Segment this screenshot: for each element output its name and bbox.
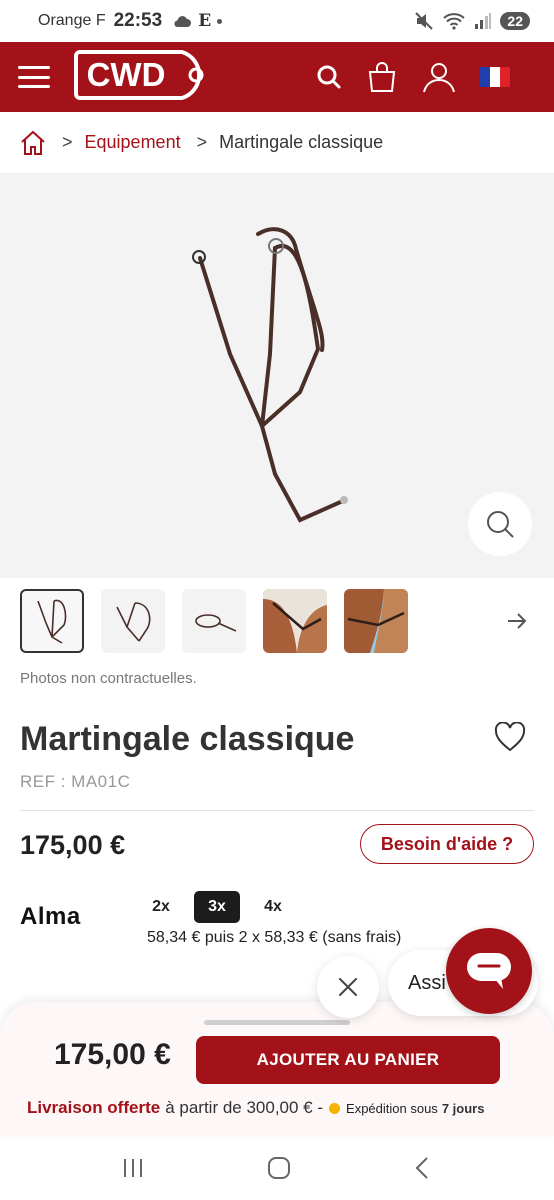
zoom-icon	[487, 511, 514, 538]
alma-option-3x[interactable]: 3x	[194, 891, 240, 923]
clock: 22:53	[113, 10, 163, 31]
heart-icon[interactable]	[494, 722, 526, 752]
close-icon	[339, 978, 357, 996]
alma-options: 2x 3x 4x	[138, 891, 296, 923]
flag-fr-icon[interactable]	[480, 67, 510, 87]
horse-photo-icon	[344, 589, 408, 653]
alma-logo: Alma	[20, 903, 81, 930]
status-bar: Orange F 22:53 E 22	[0, 0, 554, 42]
zoom-button[interactable]	[468, 492, 532, 556]
menu-icon[interactable]	[18, 66, 50, 88]
thumbnail-1[interactable]	[20, 589, 84, 653]
cwd-logo-icon: CWD	[74, 49, 204, 100]
thumbnail-3[interactable]	[182, 589, 246, 653]
thumbnail-strip	[20, 588, 534, 654]
bag-icon[interactable]	[366, 61, 398, 93]
alma-option-4x[interactable]: 4x	[250, 891, 296, 923]
system-nav-bar	[0, 1136, 554, 1200]
alma-option-2x[interactable]: 2x	[138, 891, 184, 923]
battery-indicator: 22	[500, 12, 530, 30]
thumbnail-4[interactable]	[263, 589, 327, 653]
divider	[20, 810, 534, 811]
product-price: 175,00 €	[20, 830, 126, 860]
product-title: Martingale classique	[20, 720, 355, 758]
sticky-price: 175,00 €	[54, 1038, 171, 1071]
thumbnail-2[interactable]	[101, 589, 165, 653]
martingale-thumb-icon	[195, 614, 237, 632]
status-icons: E	[172, 11, 223, 31]
sticky-cart-bar: 175,00 € AJOUTER AU PANIER Livraison off…	[0, 1002, 554, 1136]
carrier-label: Orange F	[38, 12, 106, 29]
add-to-cart-button[interactable]: AJOUTER AU PANIER	[196, 1036, 500, 1084]
home-icon[interactable]	[20, 130, 46, 156]
delivery-threshold: à partir de 300,00 € -	[165, 1098, 324, 1117]
shipping-label: Expédition sous	[346, 1100, 438, 1116]
chat-bubble-icon	[467, 953, 511, 989]
breadcrumb-separator: >	[62, 132, 73, 152]
search-icon[interactable]	[316, 64, 342, 90]
home-button-icon[interactable]	[266, 1155, 292, 1181]
back-icon[interactable]	[413, 1156, 433, 1180]
chat-button[interactable]	[446, 928, 532, 1014]
shipping-days: 7 jours	[441, 1100, 485, 1116]
horse-photo-icon	[263, 589, 327, 653]
chat-close-button[interactable]	[317, 956, 379, 1018]
martingale-thumb-icon	[37, 599, 67, 644]
mute-icon	[415, 12, 434, 30]
wifi-icon	[443, 13, 466, 30]
breadcrumb-category[interactable]: Equipement	[85, 132, 181, 153]
dot-icon	[217, 18, 223, 24]
cloud-icon	[174, 16, 192, 27]
logo-text: CWD	[87, 56, 166, 93]
breadcrumb-separator: >	[196, 132, 208, 152]
recent-apps-icon[interactable]	[121, 1157, 145, 1179]
signal-icon	[475, 13, 492, 29]
help-button[interactable]: Besoin d'aide ?	[360, 824, 534, 864]
product-main-image[interactable]	[0, 174, 554, 578]
thumbnail-5[interactable]	[344, 589, 408, 653]
arrow-right-icon[interactable]	[506, 611, 528, 631]
alma-installment-detail: 58,34 € puis 2 x 58,33 € (sans frais)	[147, 929, 402, 946]
breadcrumb-current: Martingale classique	[219, 132, 384, 152]
drag-handle[interactable]	[204, 1020, 350, 1025]
free-delivery-label: Livraison offerte	[27, 1098, 161, 1117]
account-icon[interactable]	[422, 61, 456, 93]
photo-disclaimer: Photos non contractuelles.	[20, 670, 197, 687]
breadcrumb: > Equipement > Martingale classique	[0, 112, 554, 174]
e-icon: E	[198, 11, 212, 31]
site-header: CWD	[0, 42, 554, 112]
brand-logo[interactable]: CWD	[72, 48, 210, 107]
product-reference: REF : MA01C	[20, 772, 131, 791]
chat-label: Assi	[408, 971, 446, 994]
martingale-thumb-icon	[116, 602, 151, 642]
delivery-info: Livraison offerte à partir de 300,00 € -…	[27, 1098, 537, 1118]
shipping-status-dot	[329, 1102, 341, 1114]
